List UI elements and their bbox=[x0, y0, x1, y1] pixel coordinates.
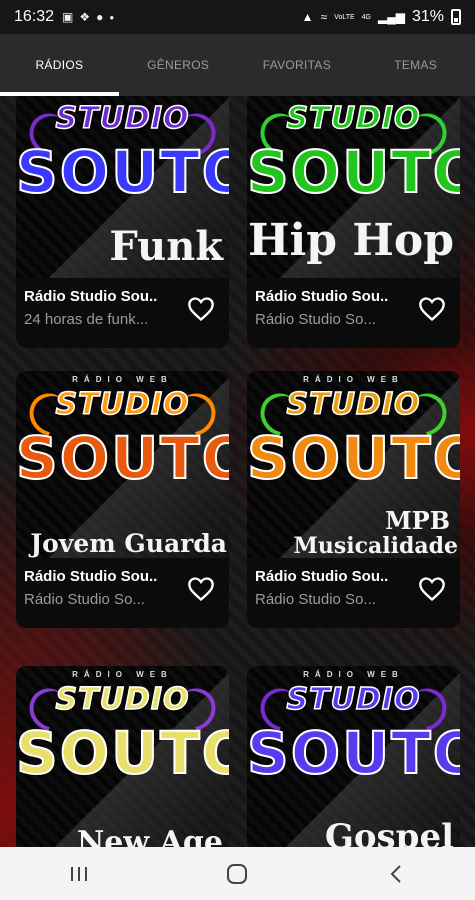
art-genre-text: Jovem Guarda bbox=[30, 529, 227, 558]
radio-artwork: RÁDIO WEB STUDIO SOUTO Jovem Guarda bbox=[16, 371, 229, 558]
art-web-label: RÁDIO WEB bbox=[303, 375, 404, 384]
wifi-icon: ≈ bbox=[320, 10, 328, 24]
art-genre-text: Gospel bbox=[324, 817, 454, 847]
image-icon: ▣ bbox=[62, 10, 74, 24]
radio-info: Rádio Studio Sou.. Rádio Studio So... bbox=[16, 558, 229, 628]
art-studio-text: STUDIO bbox=[286, 386, 421, 423]
tab-favoritas[interactable]: FAVORITAS bbox=[238, 34, 357, 96]
radio-subtitle: Rádio Studio So... bbox=[255, 591, 376, 608]
network-label: VoLTE bbox=[334, 13, 355, 21]
radio-subtitle: Rádio Studio So... bbox=[255, 311, 376, 328]
location-icon: ● bbox=[96, 10, 104, 24]
tab-bar: RÁDIOS GÊNEROS FAVORITAS TEMAS bbox=[0, 34, 475, 96]
art-web-label: RÁDIO WEB bbox=[303, 670, 404, 679]
art-souto-text: SOUTO bbox=[247, 138, 460, 206]
art-souto-text: SOUTO bbox=[247, 719, 460, 787]
app-icon: ❖ bbox=[79, 10, 91, 24]
art-genre-text: New Age bbox=[76, 825, 223, 848]
art-studio-text: STUDIO bbox=[55, 100, 190, 137]
radio-artwork: RÁDIO WEB STUDIO SOUTO Gospel bbox=[247, 666, 460, 847]
signal-icon: ▂▄▆ bbox=[378, 10, 405, 24]
art-genre-text: Hip Hop bbox=[247, 215, 454, 266]
radio-title: Rádio Studio Sou.. bbox=[255, 288, 389, 305]
radio-card[interactable]: RÁDIO WEB STUDIO SOUTO MPB Musicalidade … bbox=[247, 371, 460, 628]
art-studio-text: STUDIO bbox=[286, 100, 421, 137]
dot-icon: ● bbox=[109, 12, 115, 22]
art-genre-line1: MPB bbox=[385, 506, 450, 535]
radio-artwork: RÁDIO WEB STUDIO SOUTO New Age bbox=[16, 666, 229, 847]
art-souto-text: SOUTO bbox=[247, 424, 460, 492]
home-button[interactable] bbox=[207, 854, 267, 894]
status-right: ▲ ≈ VoLTE 4G ▂▄▆ 31% bbox=[302, 8, 461, 26]
radio-title: Rádio Studio Sou.. bbox=[255, 568, 389, 585]
back-icon bbox=[390, 864, 401, 883]
art-souto-text: SOUTO bbox=[16, 719, 229, 787]
clock: 16:32 bbox=[14, 8, 55, 25]
status-bar: 16:32 ▣ ❖ ● ● ▲ ≈ VoLTE 4G ▂▄▆ 31% bbox=[0, 0, 475, 34]
back-button[interactable] bbox=[366, 854, 426, 894]
system-nav-bar bbox=[0, 847, 475, 900]
radio-card[interactable]: RÁDIO WEB STUDIO SOUTO New Age bbox=[16, 666, 229, 847]
radio-card[interactable]: RÁDIO WEB STUDIO SOUTO Jovem Guarda Rádi… bbox=[16, 371, 229, 628]
tab-generos[interactable]: GÊNEROS bbox=[119, 34, 238, 96]
heart-outline-icon[interactable] bbox=[187, 296, 215, 322]
radio-artwork: RÁDIO WEB STUDIO SOUTO MPB Musicalidade bbox=[247, 371, 460, 558]
battery-text: 31% bbox=[411, 8, 444, 25]
battery-icon bbox=[451, 9, 461, 25]
art-studio-text: STUDIO bbox=[286, 681, 421, 718]
radio-title: Rádio Studio Sou.. bbox=[24, 288, 158, 305]
heart-outline-icon[interactable] bbox=[418, 296, 446, 322]
radio-title: Rádio Studio Sou.. bbox=[24, 568, 158, 585]
art-genre-text: Funk bbox=[109, 223, 223, 270]
art-web-label: RÁDIO WEB bbox=[72, 375, 173, 384]
radio-grid[interactable]: STUDIO SOUTO Funk Rádio Studio Sou.. 24 … bbox=[0, 96, 475, 847]
radio-info: Rádio Studio Sou.. 24 horas de funk... bbox=[16, 278, 229, 348]
art-souto-text: SOUTO bbox=[16, 424, 229, 492]
radio-info: Rádio Studio Sou.. Rádio Studio So... bbox=[247, 558, 460, 628]
radio-card[interactable]: STUDIO SOUTO Hip Hop Rádio Studio Sou.. … bbox=[247, 96, 460, 348]
radio-card[interactable]: RÁDIO WEB STUDIO SOUTO Gospel bbox=[247, 666, 460, 847]
art-souto-text: SOUTO bbox=[16, 138, 229, 206]
art-studio-text: STUDIO bbox=[55, 681, 190, 718]
recents-button[interactable] bbox=[49, 854, 109, 894]
art-studio-text: STUDIO bbox=[55, 386, 190, 423]
tab-temas[interactable]: TEMAS bbox=[356, 34, 475, 96]
art-web-label: RÁDIO WEB bbox=[72, 670, 173, 679]
radio-card[interactable]: STUDIO SOUTO Funk Rádio Studio Sou.. 24 … bbox=[16, 96, 229, 348]
home-icon bbox=[227, 863, 248, 884]
tab-radios[interactable]: RÁDIOS bbox=[0, 34, 119, 96]
radio-info: Rádio Studio Sou.. Rádio Studio So... bbox=[247, 278, 460, 348]
radio-subtitle: 24 horas de funk... bbox=[24, 311, 149, 328]
heart-outline-icon[interactable] bbox=[418, 576, 446, 602]
network-sub-label: 4G bbox=[361, 13, 371, 21]
radio-subtitle: Rádio Studio So... bbox=[24, 591, 145, 608]
alarm-icon: ▲ bbox=[301, 10, 314, 24]
radio-artwork: STUDIO SOUTO Funk bbox=[16, 96, 229, 278]
recents-icon bbox=[71, 866, 88, 881]
heart-outline-icon[interactable] bbox=[187, 576, 215, 602]
art-genre-text: Musicalidade bbox=[293, 533, 458, 558]
radio-artwork: STUDIO SOUTO Hip Hop bbox=[247, 96, 460, 278]
